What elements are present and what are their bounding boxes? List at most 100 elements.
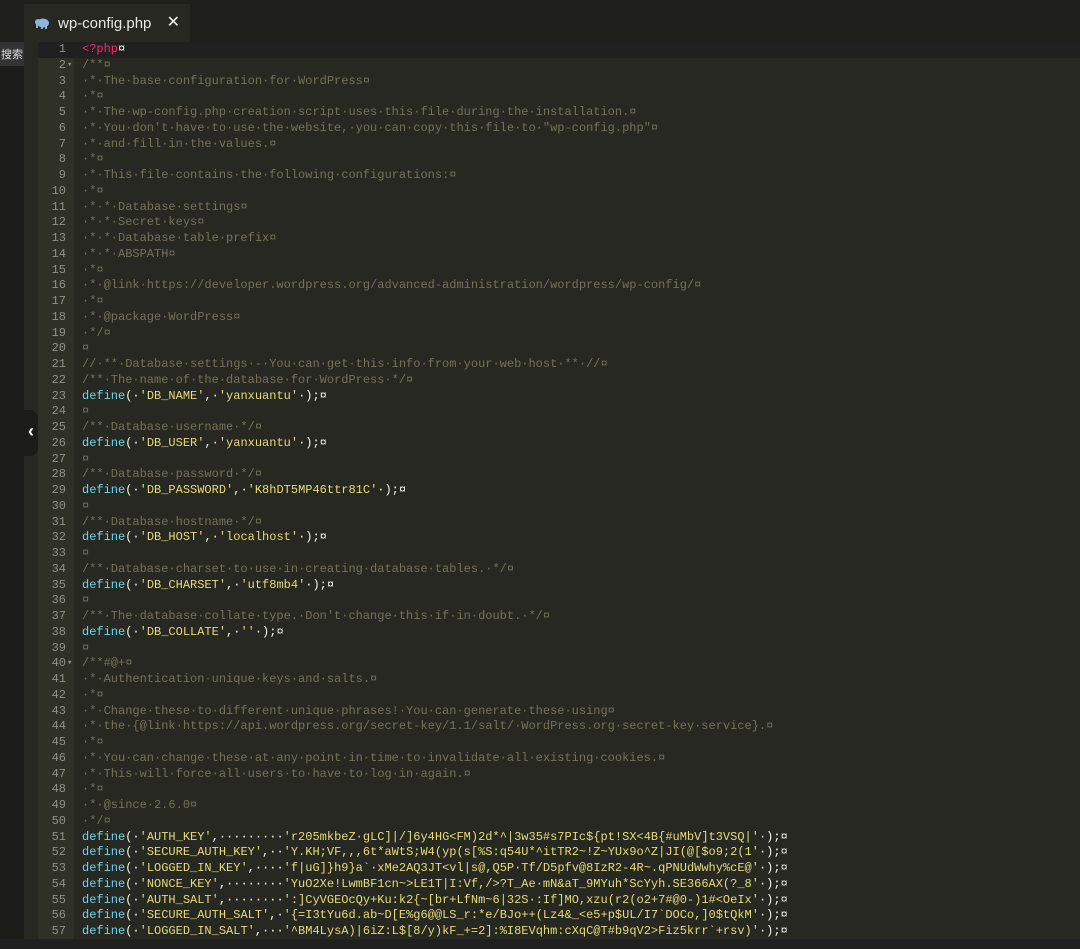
fold-arrow-icon[interactable]: ▾ (67, 58, 72, 74)
line-number: 21 (51, 357, 66, 371)
code-text: ·*¤ (82, 89, 104, 104)
collapse-panel-icon[interactable]: ‹ (24, 410, 38, 456)
code-text: ·*/¤ (82, 325, 111, 340)
code-line[interactable]: 43 ·*·Change·these·to·different·unique·ph… (38, 704, 1080, 720)
code-line[interactable]: 55 define(·'AUTH_SALT',········':]CyVGEOc… (38, 893, 1080, 909)
code-line[interactable]: 48 ·*¤ (38, 782, 1080, 798)
code-line[interactable]: 24 ¤ (38, 404, 1080, 420)
code-line[interactable]: 52 define(·'SECURE_AUTH_KEY',··'Y.KH;VF,,… (38, 845, 1080, 861)
code-line[interactable]: 5 ·*·The·wp-config.php·creation·script·us… (38, 105, 1080, 121)
code-line[interactable]: 25 /**·Database·username·*/¤ (38, 420, 1080, 436)
code-line[interactable]: 47 ·*·This·will·force·all·users·to·have·t… (38, 767, 1080, 783)
code-text: ·*¤ (82, 262, 104, 277)
line-number: 10 (51, 183, 66, 198)
code-line[interactable]: 37 /**·The·database·collate·type.·Don't·c… (38, 609, 1080, 625)
code-line[interactable]: 26 define(·'DB_USER',·'yanxuantu'·);¤ (38, 436, 1080, 452)
code-line[interactable]: 1 <?php¤ (38, 42, 1080, 58)
code-line[interactable]: 14 ·*·*·ABSPATH¤ (38, 247, 1080, 263)
code-line[interactable]: 7 ·*·and·fill·in·the·values.¤ (38, 137, 1080, 153)
code-text: define(·'SECURE_AUTH_KEY',··'Y.KH;VF,,,6… (82, 845, 788, 860)
close-icon[interactable]: ✕ (167, 12, 180, 32)
code-line[interactable]: 41 ·*·Authentication·unique·keys·and·salt… (38, 672, 1080, 688)
code-line[interactable]: 10 ·*¤ (38, 184, 1080, 200)
line-number: 17 (51, 294, 66, 308)
code-line[interactable]: 32 define(·'DB_HOST',·'localhost'·);¤ (38, 530, 1080, 546)
code-line[interactable]: 57 define(·'LOGGED_IN_SALT',···'^BM4LysA)… (38, 924, 1080, 940)
code-line[interactable]: 44 ·*·the·{@link·https://api.wordpress.or… (38, 719, 1080, 735)
code-text: ·*·*·Database·table·prefix¤ (82, 231, 277, 245)
code-line[interactable]: 39 ¤ (38, 641, 1080, 657)
code-line[interactable]: 21 //·**·Database·settings·-·You·can·get·… (38, 357, 1080, 373)
code-line[interactable]: 6 ·*·You·don't·have·to·use·the·website,·y… (38, 121, 1080, 137)
code-line[interactable]: 31 /**·Database·hostname·*/¤ (38, 515, 1080, 531)
code-editor[interactable]: 1 <?php¤ 2 ▾/**¤ 3 ·*·The·base·configuration·… (38, 42, 1080, 949)
code-line[interactable]: 19 ·*/¤ (38, 326, 1080, 342)
code-text: ¤ (82, 546, 90, 560)
code-text: ·*·@package·WordPress¤ (82, 309, 241, 324)
code-text: define(·'LOGGED_IN_SALT',···'^BM4LysA)|6… (82, 924, 788, 938)
code-line[interactable]: 13 ·*·*·Database·table·prefix¤ (38, 231, 1080, 247)
code-line[interactable]: 40 ▾ /**#@+¤ (38, 656, 1080, 672)
code-text: /**·Database·charset·to·use·in·creating·… (82, 561, 515, 576)
code-line[interactable]: 20 ¤ (38, 341, 1080, 357)
code-line[interactable]: 27 ¤ (38, 452, 1080, 468)
code-text: define(·'AUTH_SALT',········':]CyVGEOcQy… (82, 892, 788, 907)
code-line[interactable]: 49 ·*·@since·2.6.0¤ (38, 798, 1080, 814)
code-line[interactable]: 11 ·*·*·Database·settings¤ (38, 200, 1080, 216)
code-line[interactable]: 4 ·*¤ (38, 89, 1080, 105)
code-text: ·*¤ (82, 294, 104, 308)
code-line[interactable]: 3 ·*·The·base·configuration·for·WordPress… (38, 74, 1080, 90)
code-line[interactable]: 28 /**·Database·password·*/¤ (38, 467, 1080, 483)
code-line[interactable]: 23 define(·'DB_NAME',·'yanxuantu'·);¤ (38, 389, 1080, 405)
code-text: ¤ (82, 451, 90, 466)
code-line[interactable]: 36 ¤ (38, 593, 1080, 609)
code-text: /**#@+¤ (82, 656, 133, 671)
line-number: 48 (51, 782, 66, 797)
code-line[interactable]: 29 define(·'DB_PASSWORD',·'K8hDT5MP46ttr8… (38, 483, 1080, 499)
code-line[interactable]: 12 ·*·*·Secret·keys¤ (38, 215, 1080, 231)
code-line[interactable]: 16 ·*·@link·https://developer.wordpress.o… (38, 278, 1080, 294)
code-line[interactable]: 15 ·*¤ (38, 263, 1080, 279)
code-text: /**·Database·password·*/¤ (82, 467, 263, 482)
code-line[interactable]: 46 ·*·You·can·change·these·at·any·point·i… (38, 751, 1080, 767)
line-number: 8 (58, 152, 66, 167)
line-number: 12 (51, 215, 66, 230)
code-line[interactable]: 51 define(·'AUTH_KEY',·········'r205mkbeZ… (38, 830, 1080, 846)
code-line[interactable]: 8 ·*¤ (38, 152, 1080, 168)
code-text: define(·'DB_USER',·'yanxuantu'·);¤ (82, 435, 327, 450)
code-text: ¤ (82, 341, 90, 356)
code-line[interactable]: 2 ▾ /**¤ (38, 58, 1080, 74)
code-text: ·*/¤ (82, 813, 111, 828)
search-sidebar-button[interactable]: 搜索 (0, 42, 24, 66)
code-line[interactable]: 35 define(·'DB_CHARSET',·'utf8mb4'·);¤ (38, 578, 1080, 594)
code-text: /**·Database·username·*/¤ (82, 420, 263, 434)
code-line[interactable]: 33 ¤ (38, 546, 1080, 562)
code-line[interactable]: 17 ·*¤ (38, 294, 1080, 310)
tab-wp-config[interactable]: wp-config.php ✕ (24, 4, 190, 42)
line-number: 44 (51, 719, 66, 734)
line-number: 57 (51, 924, 66, 938)
code-text: define(·'AUTH_KEY',·········'r205mkbeZ·g… (82, 829, 788, 844)
code-text: ¤ (82, 640, 90, 655)
code-line[interactable]: 30 ¤ (38, 499, 1080, 515)
line-number: 33 (51, 546, 66, 560)
code-line[interactable]: 18 ·*·@package·WordPress¤ (38, 310, 1080, 326)
line-number: 42 (51, 687, 66, 702)
code-text: define(·'LOGGED_IN_KEY',····'f|uG]}h9}a`… (82, 861, 788, 875)
code-line[interactable]: 53 define(·'LOGGED_IN_KEY',····'f|uG]}h9}… (38, 861, 1080, 877)
line-number: 47 (51, 766, 66, 781)
code-line[interactable]: 38 define(·'DB_COLLATE',·''·);¤ (38, 625, 1080, 641)
code-line[interactable]: 34 /**·Database·charset·to·use·in·creatin… (38, 562, 1080, 578)
fold-arrow-icon[interactable]: ▾ (67, 656, 72, 672)
code-line[interactable]: 42 ·*¤ (38, 688, 1080, 704)
line-number: 56 (51, 908, 66, 923)
code-line[interactable]: 50 ·*/¤ (38, 814, 1080, 830)
code-text: ·*·The·wp-config.php·creation·script·use… (82, 105, 637, 119)
tab-bar: wp-config.php ✕ (0, 0, 1080, 42)
code-line[interactable]: 9 ·*·This·file·contains·the·following·con… (38, 168, 1080, 184)
code-text: define(·'DB_COLLATE',·''·);¤ (82, 624, 284, 639)
code-line[interactable]: 22 /**·The·name·of·the·database·for·WordP… (38, 373, 1080, 389)
code-line[interactable]: 54 define(·'NONCE_KEY',········'YuO2Xe!Lw… (38, 877, 1080, 893)
code-line[interactable]: 45 ·*¤ (38, 735, 1080, 751)
code-line[interactable]: 56 define(·'SECURE_AUTH_SALT',·'{=I3tYu6d… (38, 908, 1080, 924)
